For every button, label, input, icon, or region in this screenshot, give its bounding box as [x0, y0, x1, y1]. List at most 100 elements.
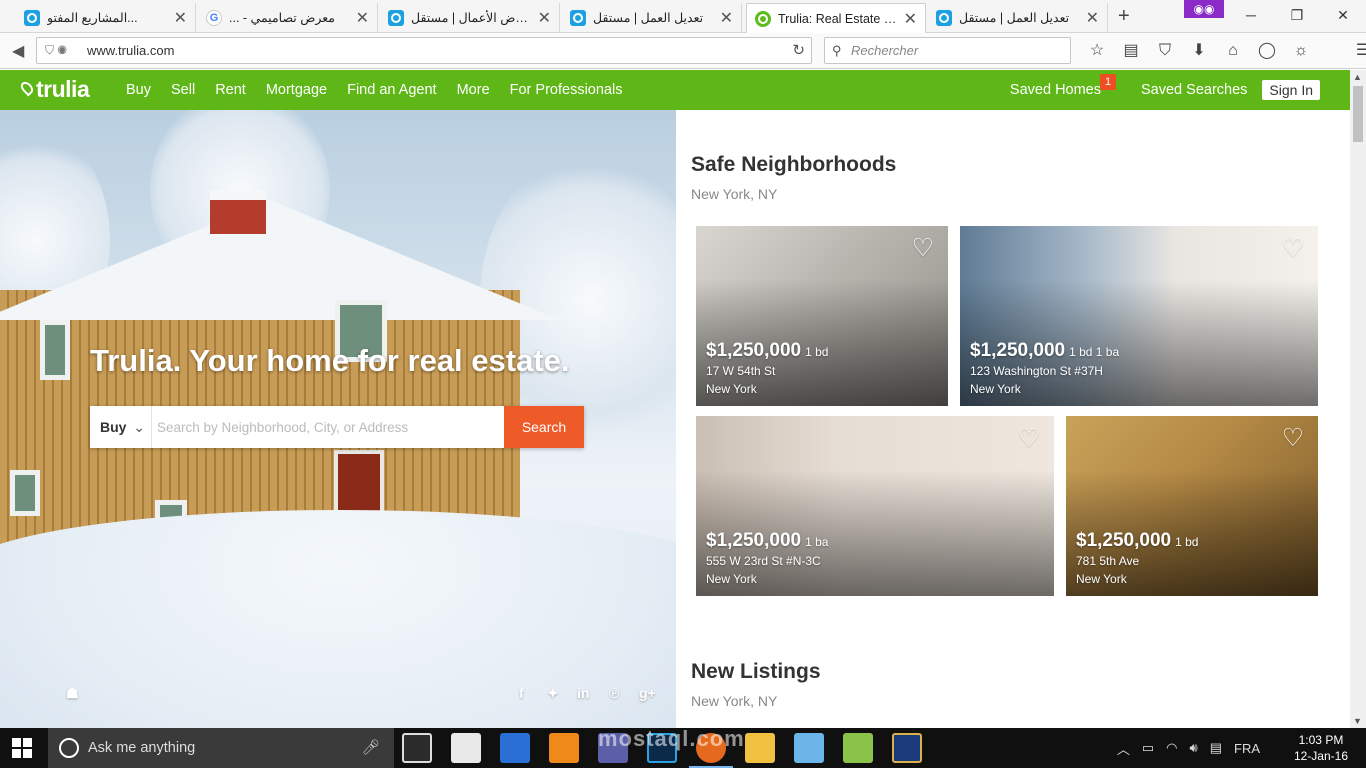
- mostaql-icon: [24, 9, 40, 26]
- section-title: Safe Neighborhoods: [691, 153, 897, 176]
- google-plus-icon[interactable]: g+: [639, 685, 656, 701]
- wifi-icon[interactable]: ◠: [1166, 740, 1177, 756]
- heart-icon[interactable]: ♡: [912, 236, 934, 261]
- browser-tab[interactable]: معرض الأعمال | مستقل ✕: [380, 3, 560, 32]
- search-mode-label: Buy: [100, 419, 127, 435]
- listing-card[interactable]: ♡ $1,250,000 1 ba 555 W 23rd St #N-3C New…: [696, 416, 1054, 596]
- app-icon[interactable]: [794, 733, 824, 763]
- restore-icon[interactable]: ❐: [1274, 0, 1320, 30]
- heart-icon[interactable]: ♡: [1282, 426, 1304, 451]
- browser-tab[interactable]: تعديل العمل | مستقل ✕: [562, 3, 742, 32]
- nav-find-agent[interactable]: Find an Agent: [337, 82, 447, 98]
- listing-card[interactable]: ♡ $1,250,000 1 bd 1 ba 123 Washington St …: [960, 226, 1318, 406]
- listing-card[interactable]: ♡ $1,250,000 1 bd 781 5th Ave New York: [1066, 416, 1318, 596]
- chat-icon[interactable]: ◯: [1250, 37, 1284, 64]
- minimize-icon[interactable]: ─: [1228, 0, 1274, 30]
- window-controls: ─ ❐ ✕: [1228, 0, 1366, 30]
- nav-mortgage[interactable]: Mortgage: [256, 82, 337, 98]
- microphone-icon[interactable]: 🎤︎: [362, 728, 380, 768]
- page-scrollbar[interactable]: ▲ ▼: [1350, 70, 1366, 728]
- saved-searches-link[interactable]: Saved Searches: [1141, 82, 1247, 98]
- house-chimney: [210, 190, 266, 234]
- listing-address: 555 W 23rd St #N-3C: [706, 554, 821, 568]
- search-button[interactable]: Search: [504, 406, 584, 448]
- pinterest-icon[interactable]: ℗: [609, 685, 619, 701]
- app-icon[interactable]: [843, 733, 873, 763]
- windows-start-icon[interactable]: [12, 738, 32, 758]
- nav-buy[interactable]: Buy: [116, 82, 161, 98]
- listing-address: 781 5th Ave: [1076, 554, 1140, 568]
- listings-panel: Safe Neighborhoods New York, NY ♡ $1,250…: [676, 110, 1350, 728]
- close-tab-icon[interactable]: ✕: [904, 9, 917, 29]
- account-nav: Saved Homes 1 Saved Searches Sign In: [1010, 70, 1320, 110]
- reading-list-icon[interactable]: ▤: [1114, 37, 1148, 64]
- twitter-icon[interactable]: ✦: [547, 685, 559, 702]
- close-tab-icon[interactable]: ✕: [1086, 8, 1099, 28]
- task-view-icon[interactable]: [402, 733, 432, 763]
- browser-tab[interactable]: المشاريع المفتو... ✕: [16, 3, 196, 32]
- listing-price: $1,250,000: [706, 340, 802, 361]
- browser-tab-active[interactable]: Trulia: Real Estate Lis... ✕: [746, 3, 926, 33]
- system-clock[interactable]: 1:03 PM 12-Jan-16: [1294, 732, 1348, 764]
- reload-icon[interactable]: ↻: [792, 38, 805, 63]
- house-window: [10, 470, 40, 516]
- main-nav: Buy Sell Rent Mortgage Find an Agent Mor…: [116, 70, 632, 110]
- scroll-down-icon[interactable]: ▼: [1353, 716, 1362, 726]
- bookmark-star-icon[interactable]: ☆: [1080, 37, 1114, 64]
- nav-professionals[interactable]: For Professionals: [500, 82, 633, 98]
- trulia-logo[interactable]: trulia: [18, 76, 90, 103]
- tab-title: Trulia: Real Estate Lis...: [778, 11, 898, 26]
- pocket-icon[interactable]: ⛉: [1148, 37, 1182, 64]
- listing-card[interactable]: ♡ $1,250,000 1 bd 17 W 54th St New York: [696, 226, 948, 406]
- close-window-icon[interactable]: ✕: [1320, 0, 1366, 30]
- close-tab-icon[interactable]: ✕: [720, 8, 733, 28]
- tips-icon[interactable]: ☼: [1284, 37, 1318, 64]
- app-icon[interactable]: [451, 733, 481, 763]
- listing-city: New York: [970, 382, 1021, 396]
- battery-icon[interactable]: ▭: [1142, 740, 1154, 756]
- android-icon[interactable]: ☗: [66, 685, 79, 702]
- browser-tab[interactable]: G ... - معرض تصاميمي ✕: [198, 3, 378, 32]
- back-icon[interactable]: ◀: [12, 41, 24, 61]
- menu-icon[interactable]: ☰: [1346, 37, 1366, 64]
- app-icon[interactable]: [500, 733, 530, 763]
- new-tab-button[interactable]: +: [1118, 5, 1130, 28]
- heart-icon[interactable]: ♡: [1282, 236, 1304, 261]
- close-tab-icon[interactable]: ✕: [174, 8, 187, 28]
- file-explorer-icon[interactable]: [745, 733, 775, 763]
- nav-sell[interactable]: Sell: [161, 82, 205, 98]
- browser-tab[interactable]: تعديل العمل | مستقل ✕: [928, 3, 1108, 32]
- section-subtitle: New York, NY: [691, 186, 778, 202]
- language-indicator[interactable]: FRA: [1234, 741, 1260, 756]
- scrollbar-thumb[interactable]: [1353, 86, 1363, 142]
- downloads-icon[interactable]: ⬇: [1182, 37, 1216, 64]
- saved-homes-link[interactable]: Saved Homes 1: [1010, 74, 1116, 98]
- notification-icon[interactable]: ▤: [1210, 740, 1222, 756]
- site-info-icon[interactable]: ⛉ ◉: [45, 38, 67, 63]
- cortana-search-box[interactable]: Ask me anything 🎤︎: [48, 728, 394, 768]
- vlc-icon[interactable]: [549, 733, 579, 763]
- browser-search-field[interactable]: ⚲ Rechercher: [824, 37, 1071, 64]
- chevron-up-icon[interactable]: ︿: [1117, 739, 1130, 758]
- facebook-icon[interactable]: f: [519, 685, 524, 701]
- listing-beds: 1 bd 1 ba: [1069, 345, 1120, 359]
- search-mode-dropdown[interactable]: Buy ⌄: [90, 406, 152, 448]
- volume-icon[interactable]: 🔊︎: [1190, 740, 1198, 756]
- hero-social-links: ☗ f ✦ in ℗ g+: [0, 685, 676, 705]
- heart-icon[interactable]: ♡: [1018, 426, 1040, 451]
- close-tab-icon[interactable]: ✕: [356, 8, 369, 28]
- scroll-up-icon[interactable]: ▲: [1353, 72, 1362, 82]
- close-tab-icon[interactable]: ✕: [538, 8, 551, 28]
- mostaql-icon: [570, 9, 586, 26]
- app-icon[interactable]: [892, 733, 922, 763]
- nav-rent[interactable]: Rent: [205, 82, 256, 98]
- google-icon: G: [206, 9, 222, 26]
- home-icon[interactable]: ⌂: [1216, 37, 1250, 64]
- listing-beds: 1 bd: [805, 345, 829, 359]
- url-bar[interactable]: ⛉ ◉ www.trulia.com ↻: [36, 37, 812, 64]
- nav-more[interactable]: More: [447, 82, 500, 98]
- linkedin-icon[interactable]: in: [577, 685, 589, 701]
- mostaql-icon: [936, 9, 952, 26]
- sign-in-button[interactable]: Sign In: [1262, 80, 1320, 100]
- location-search-input[interactable]: [152, 406, 504, 448]
